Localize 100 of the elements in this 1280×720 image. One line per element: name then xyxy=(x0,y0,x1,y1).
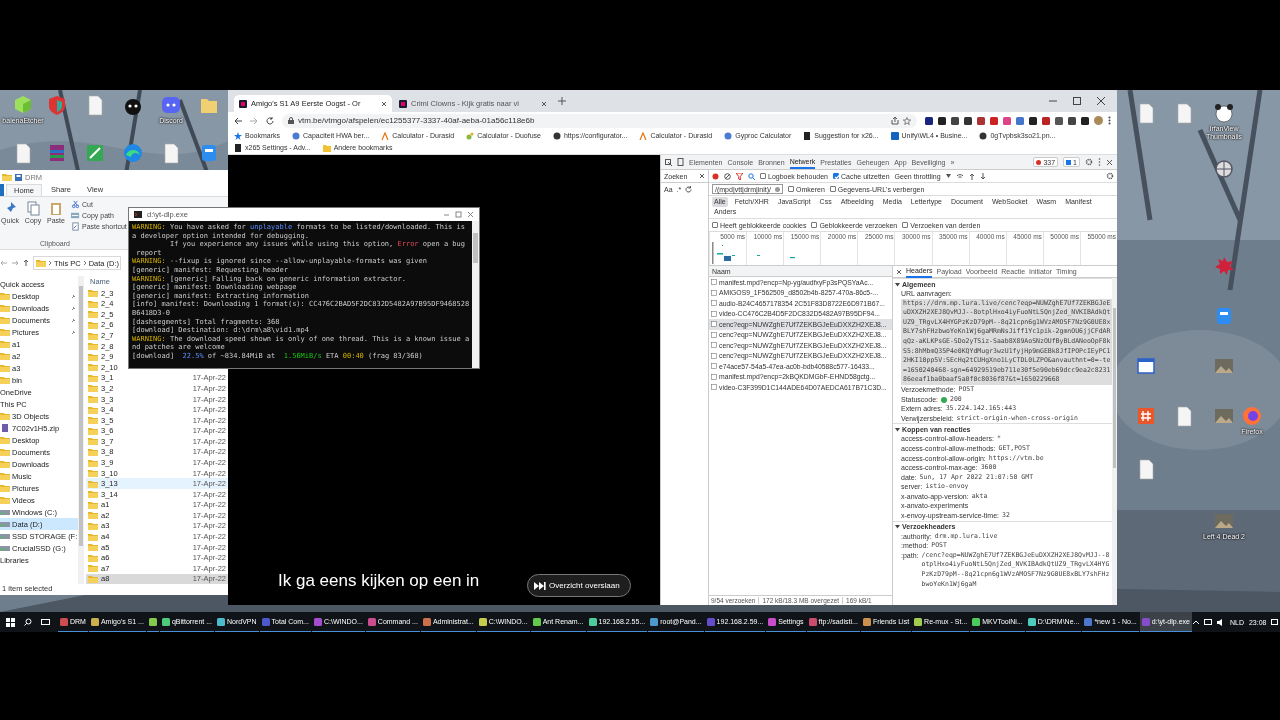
checkbox-icon xyxy=(711,289,717,296)
folder-icon xyxy=(88,321,98,329)
close-icon[interactable] xyxy=(541,100,547,107)
folder-icon xyxy=(0,448,10,456)
star-icon[interactable] xyxy=(903,116,911,125)
folder-icon xyxy=(88,437,98,446)
app-icon xyxy=(862,617,871,626)
folder-icon xyxy=(0,292,10,300)
app-icon xyxy=(1084,617,1093,626)
app-icon xyxy=(84,142,106,164)
avatar-icon[interactable] xyxy=(1094,116,1103,125)
folder-icon xyxy=(0,352,10,360)
subtitle: Ik ga eens kijken op een in xyxy=(278,571,480,591)
folder-icon xyxy=(88,543,98,552)
app-icon xyxy=(1135,355,1157,377)
folder-icon xyxy=(88,310,98,319)
folder-icon xyxy=(88,447,98,456)
globe-icon xyxy=(292,131,300,140)
app-icon xyxy=(808,617,817,626)
notification-icon[interactable] xyxy=(1271,618,1279,626)
new-tab-icon[interactable] xyxy=(558,97,566,105)
folder-icon xyxy=(0,436,10,444)
app-icon xyxy=(1213,255,1235,277)
checkbox[interactable] xyxy=(811,222,818,228)
app-icon xyxy=(90,617,99,626)
folder-icon xyxy=(88,342,98,351)
network-icon[interactable] xyxy=(1203,618,1212,626)
checkbox[interactable] xyxy=(760,173,766,179)
inspect-icon[interactable] xyxy=(665,158,672,166)
clear-icon[interactable] xyxy=(724,172,731,180)
close-icon[interactable] xyxy=(1106,158,1113,166)
app-icon xyxy=(60,617,68,626)
folder-icon xyxy=(88,458,98,467)
folder-icon xyxy=(0,484,10,492)
chevron-up-icon[interactable] xyxy=(1192,620,1199,624)
folder-icon xyxy=(88,352,98,361)
folder-icon xyxy=(88,564,98,573)
network-conditions-icon[interactable] xyxy=(955,172,964,180)
app-icon xyxy=(914,617,923,626)
settings-icon[interactable] xyxy=(1106,172,1114,180)
refresh-icon[interactable] xyxy=(685,186,693,193)
task-view-icon[interactable] xyxy=(41,618,50,626)
app-icon xyxy=(478,617,487,626)
folder-icon xyxy=(0,412,10,420)
skip-button[interactable]: Overzicht overslaan xyxy=(527,574,631,597)
close-icon[interactable] xyxy=(896,268,902,275)
checkbox-icon xyxy=(711,352,717,359)
folder-icon xyxy=(36,259,46,267)
chevron-icon xyxy=(48,260,52,266)
caret-icon[interactable] xyxy=(945,174,951,178)
upload-icon[interactable] xyxy=(968,172,975,180)
windows-icon[interactable] xyxy=(6,617,15,627)
folder-icon xyxy=(88,299,98,308)
folder-icon xyxy=(0,496,10,504)
close-icon[interactable] xyxy=(381,100,387,107)
folder-icon xyxy=(322,143,331,152)
checkbox[interactable] xyxy=(788,186,795,192)
folder-icon xyxy=(88,511,98,520)
folder-icon xyxy=(0,340,10,348)
record-icon[interactable] xyxy=(712,172,719,180)
back-icon[interactable] xyxy=(234,116,242,125)
folder-icon xyxy=(88,395,98,404)
maximize-icon[interactable] xyxy=(1073,97,1081,105)
up-icon[interactable] xyxy=(22,259,30,267)
message-icon xyxy=(1066,159,1072,165)
leaf-icon xyxy=(466,131,475,140)
app-icon xyxy=(972,617,981,626)
folder-icon xyxy=(88,500,98,509)
device-icon[interactable] xyxy=(677,158,684,166)
folder-icon xyxy=(0,316,10,324)
share-icon[interactable] xyxy=(891,116,899,125)
drive-icon xyxy=(0,532,10,540)
circle-icon xyxy=(552,131,561,140)
app-icon xyxy=(588,617,597,626)
caret-icon xyxy=(639,131,648,140)
reload-icon[interactable] xyxy=(266,116,274,125)
close-icon[interactable] xyxy=(1097,97,1105,105)
folder-icon xyxy=(88,363,98,372)
folder-icon xyxy=(0,460,10,468)
checkbox-icon xyxy=(711,331,717,338)
menu-icon[interactable] xyxy=(1108,116,1111,125)
close-icon[interactable] xyxy=(699,173,705,179)
folder-icon xyxy=(88,521,98,530)
checkbox[interactable] xyxy=(832,173,839,179)
close-icon[interactable] xyxy=(467,211,474,218)
checkbox[interactable] xyxy=(829,186,836,192)
app-icon xyxy=(1213,158,1235,180)
app-icon xyxy=(367,617,376,626)
checkbox[interactable] xyxy=(712,222,718,228)
download-icon[interactable] xyxy=(979,172,986,180)
folder-icon xyxy=(88,479,98,488)
folder-icon xyxy=(2,173,12,181)
volume-icon[interactable] xyxy=(1216,618,1225,626)
caret-icon xyxy=(381,131,390,140)
settings-icon[interactable] xyxy=(1085,158,1093,166)
filter-icon[interactable] xyxy=(736,172,743,180)
app-icon xyxy=(1141,617,1150,626)
checkbox[interactable] xyxy=(902,222,909,228)
address-bar[interactable]: vtm.be/vtmgo/afspelen/ec1255377-3337-40af-aeba-01a56c118e6b xyxy=(282,113,917,128)
app-icon xyxy=(313,617,322,626)
